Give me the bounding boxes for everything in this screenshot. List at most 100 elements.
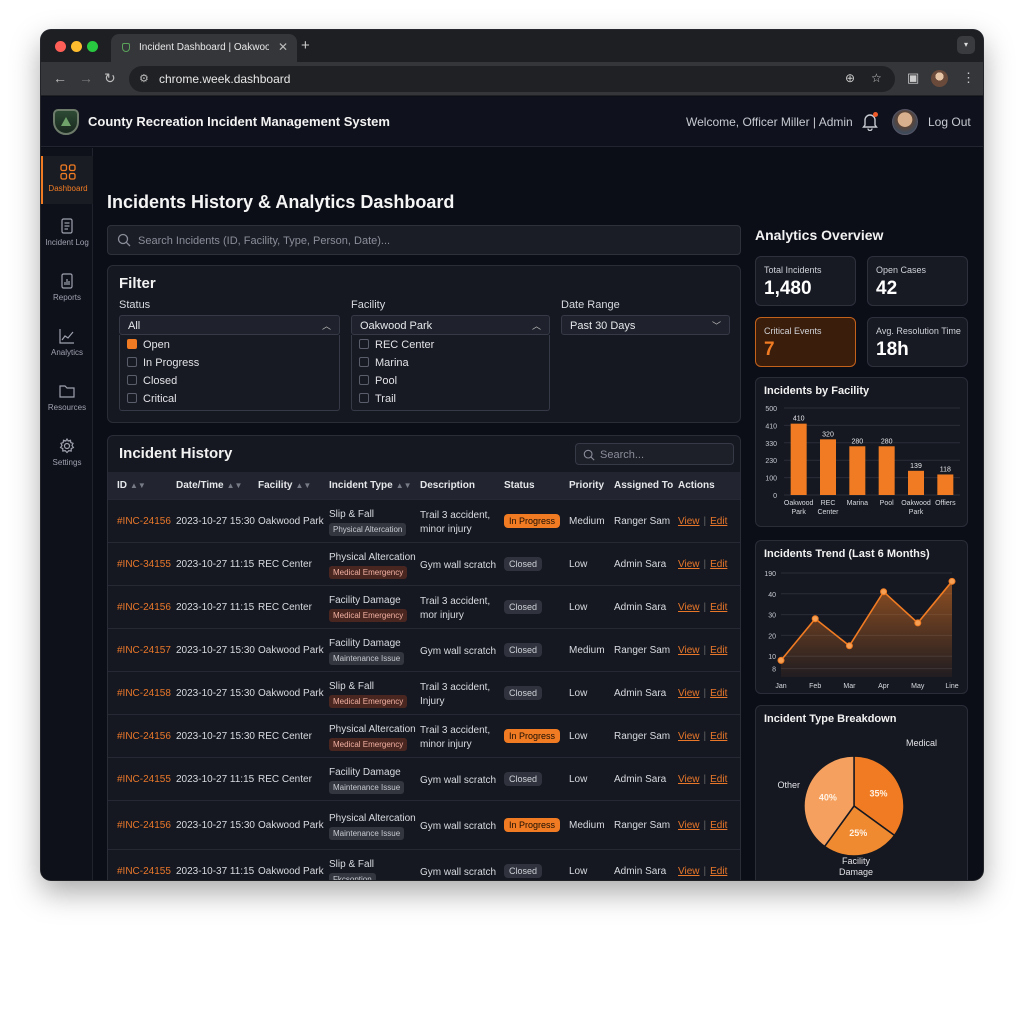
edit-link[interactable]: Edit: [710, 688, 727, 699]
view-link[interactable]: View: [678, 820, 700, 831]
view-link[interactable]: View: [678, 516, 700, 527]
side-panel-icon[interactable]: ▣: [907, 70, 919, 86]
tab-close-icon[interactable]: ✕: [278, 40, 288, 54]
incident-search-input[interactable]: Search Incidents (ID, Facility, Type, Pe…: [107, 225, 741, 255]
table-row[interactable]: #INC-24156 2023-10-27 11:15 REC Center Faci…: [108, 585, 740, 628]
facility-select[interactable]: Oakwood Park ︿: [351, 315, 550, 335]
incident-id-link[interactable]: #INC-24155: [117, 866, 171, 877]
column-incident-type[interactable]: Incident Type ▲▼: [329, 480, 412, 491]
column-priority: Priority: [569, 480, 605, 491]
x-tick-label: Mar: [843, 683, 856, 690]
table-search-input[interactable]: Search...: [575, 443, 734, 465]
sidebar-item-resources[interactable]: Resources: [41, 375, 93, 423]
kpi-label: Critical Events: [764, 326, 822, 336]
incident-id-link[interactable]: #INC-24156: [117, 731, 171, 742]
edit-link[interactable]: Edit: [710, 645, 727, 656]
incident-id-link[interactable]: #INC-24156: [117, 602, 171, 613]
user-avatar[interactable]: [892, 109, 918, 135]
facility-option-rec-center[interactable]: REC Center: [359, 339, 434, 351]
incident-id-link[interactable]: #INC-34155: [117, 559, 171, 570]
checkbox-checked[interactable]: [127, 339, 137, 349]
incident-description: Trail 3 accident, Injury: [420, 682, 491, 707]
bar: [878, 446, 895, 495]
site-info-icon[interactable]: ⚙: [139, 72, 149, 85]
column-datetime[interactable]: Date/Time ▲▼: [176, 480, 242, 491]
sidebar-item-analytics[interactable]: Analytics: [41, 320, 93, 368]
incident-type-label: Slip & Fall: [329, 509, 375, 520]
incident-id-link[interactable]: #INC-24158: [117, 688, 171, 699]
table-row[interactable]: #INC-24155 2023-10-37 11:15 Oakwood Park Sl…: [108, 849, 740, 880]
status-option-in-progress[interactable]: In Progress: [127, 357, 199, 369]
table-row[interactable]: #INC-24156 2023-10-27 15:30 Oakwood Park Sl…: [108, 499, 740, 542]
incident-type: Slip & Fall Medical Emergency: [329, 681, 408, 708]
column-facility[interactable]: Facility ▲▼: [258, 480, 311, 491]
facility-option-marina[interactable]: Marina: [359, 357, 409, 369]
checkbox[interactable]: [359, 339, 369, 349]
incident-id-link[interactable]: #INC-24156: [117, 820, 171, 831]
address-bar[interactable]: ⚙ chrome.week.dashboard ⊕ ☆: [129, 66, 895, 92]
checkbox[interactable]: [127, 393, 137, 403]
new-tab-icon[interactable]: +: [301, 37, 310, 54]
table-row[interactable]: #INC-24157 2023-10-27 15:30 Oakwood Park Fa…: [108, 628, 740, 671]
incident-type-label: Physical Altercation: [329, 552, 416, 563]
reload-icon[interactable]: ↻: [104, 70, 116, 87]
page-title: Incidents History & Analytics Dashboard: [107, 192, 455, 212]
edit-link[interactable]: Edit: [710, 866, 727, 877]
checkbox[interactable]: [359, 375, 369, 385]
checkbox[interactable]: [359, 393, 369, 403]
status-option-critical[interactable]: Critical: [127, 393, 177, 405]
sidebar-item-reports[interactable]: Reports: [41, 265, 93, 313]
close-window-button[interactable]: [55, 41, 66, 52]
edit-link[interactable]: Edit: [710, 559, 727, 570]
status-option-open[interactable]: Open: [127, 339, 170, 351]
table-row[interactable]: #INC-24155 2023-10-27 11:15 REC Center Faci…: [108, 757, 740, 800]
bar-value-label: 118: [940, 466, 951, 473]
checkbox[interactable]: [127, 357, 137, 367]
edit-link[interactable]: Edit: [710, 516, 727, 527]
facility-option-pool[interactable]: Pool: [359, 375, 397, 387]
view-link[interactable]: View: [678, 731, 700, 742]
incident-id-link[interactable]: #INC-24155: [117, 774, 171, 785]
sidebar-item-incident-log[interactable]: Incident Log: [41, 210, 93, 258]
table-row[interactable]: #INC-24156 2023-10-27 15:30 REC Center Phys…: [108, 714, 740, 757]
back-icon[interactable]: ←: [53, 70, 67, 86]
view-link[interactable]: View: [678, 645, 700, 656]
chart-title: Incidents by Facility: [764, 385, 870, 397]
view-link[interactable]: View: [678, 774, 700, 785]
incident-id-link[interactable]: #INC-24156: [117, 516, 171, 527]
view-link[interactable]: View: [678, 602, 700, 613]
edit-link[interactable]: Edit: [710, 820, 727, 831]
sidebar-item-settings[interactable]: Settings: [41, 430, 93, 478]
table-row[interactable]: #INC-24156 2023-10-27 15:30 Oakwood Park Ph…: [108, 800, 740, 849]
sidebar-item-dashboard[interactable]: Dashboard: [41, 156, 93, 204]
minimize-window-button[interactable]: [71, 41, 82, 52]
x-tick-label: Center: [817, 509, 839, 516]
status-select[interactable]: All ︿: [119, 315, 340, 335]
bell-icon[interactable]: [861, 111, 879, 131]
view-link[interactable]: View: [678, 559, 700, 570]
facility-option-trail[interactable]: Trail: [359, 393, 396, 405]
tab-search-icon[interactable]: ▾: [957, 36, 975, 54]
checkbox[interactable]: [127, 375, 137, 385]
view-link[interactable]: View: [678, 866, 700, 877]
forward-icon[interactable]: →: [79, 70, 93, 86]
zoom-icon[interactable]: ⊕: [845, 71, 855, 85]
column-id[interactable]: ID ▲▼: [117, 480, 146, 491]
edit-link[interactable]: Edit: [710, 731, 727, 742]
logout-button[interactable]: Log Out: [928, 115, 971, 129]
edit-link[interactable]: Edit: [710, 602, 727, 613]
maximize-window-button[interactable]: [87, 41, 98, 52]
checkbox[interactable]: [359, 357, 369, 367]
bookmark-star-icon[interactable]: ☆: [871, 71, 882, 85]
more-menu-icon[interactable]: ⋮: [962, 70, 975, 86]
table-row[interactable]: #INC-34155 2023-10-27 11:15 REC Center Phys…: [108, 542, 740, 585]
edit-link[interactable]: Edit: [710, 774, 727, 785]
date-range-select[interactable]: Past 30 Days ﹀: [561, 315, 730, 335]
view-link[interactable]: View: [678, 688, 700, 699]
incident-id-link[interactable]: #INC-24157: [117, 645, 171, 656]
status-option-closed[interactable]: Closed: [127, 375, 177, 387]
table-row[interactable]: #INC-24158 2023-10-27 15:30 Oakwood Park Sl…: [108, 671, 740, 714]
incident-assignee: Ranger Sam: [614, 645, 671, 656]
browser-tab[interactable]: Incident Dashboard | Oakwoo ✕: [111, 34, 297, 62]
profile-avatar[interactable]: [931, 70, 948, 87]
